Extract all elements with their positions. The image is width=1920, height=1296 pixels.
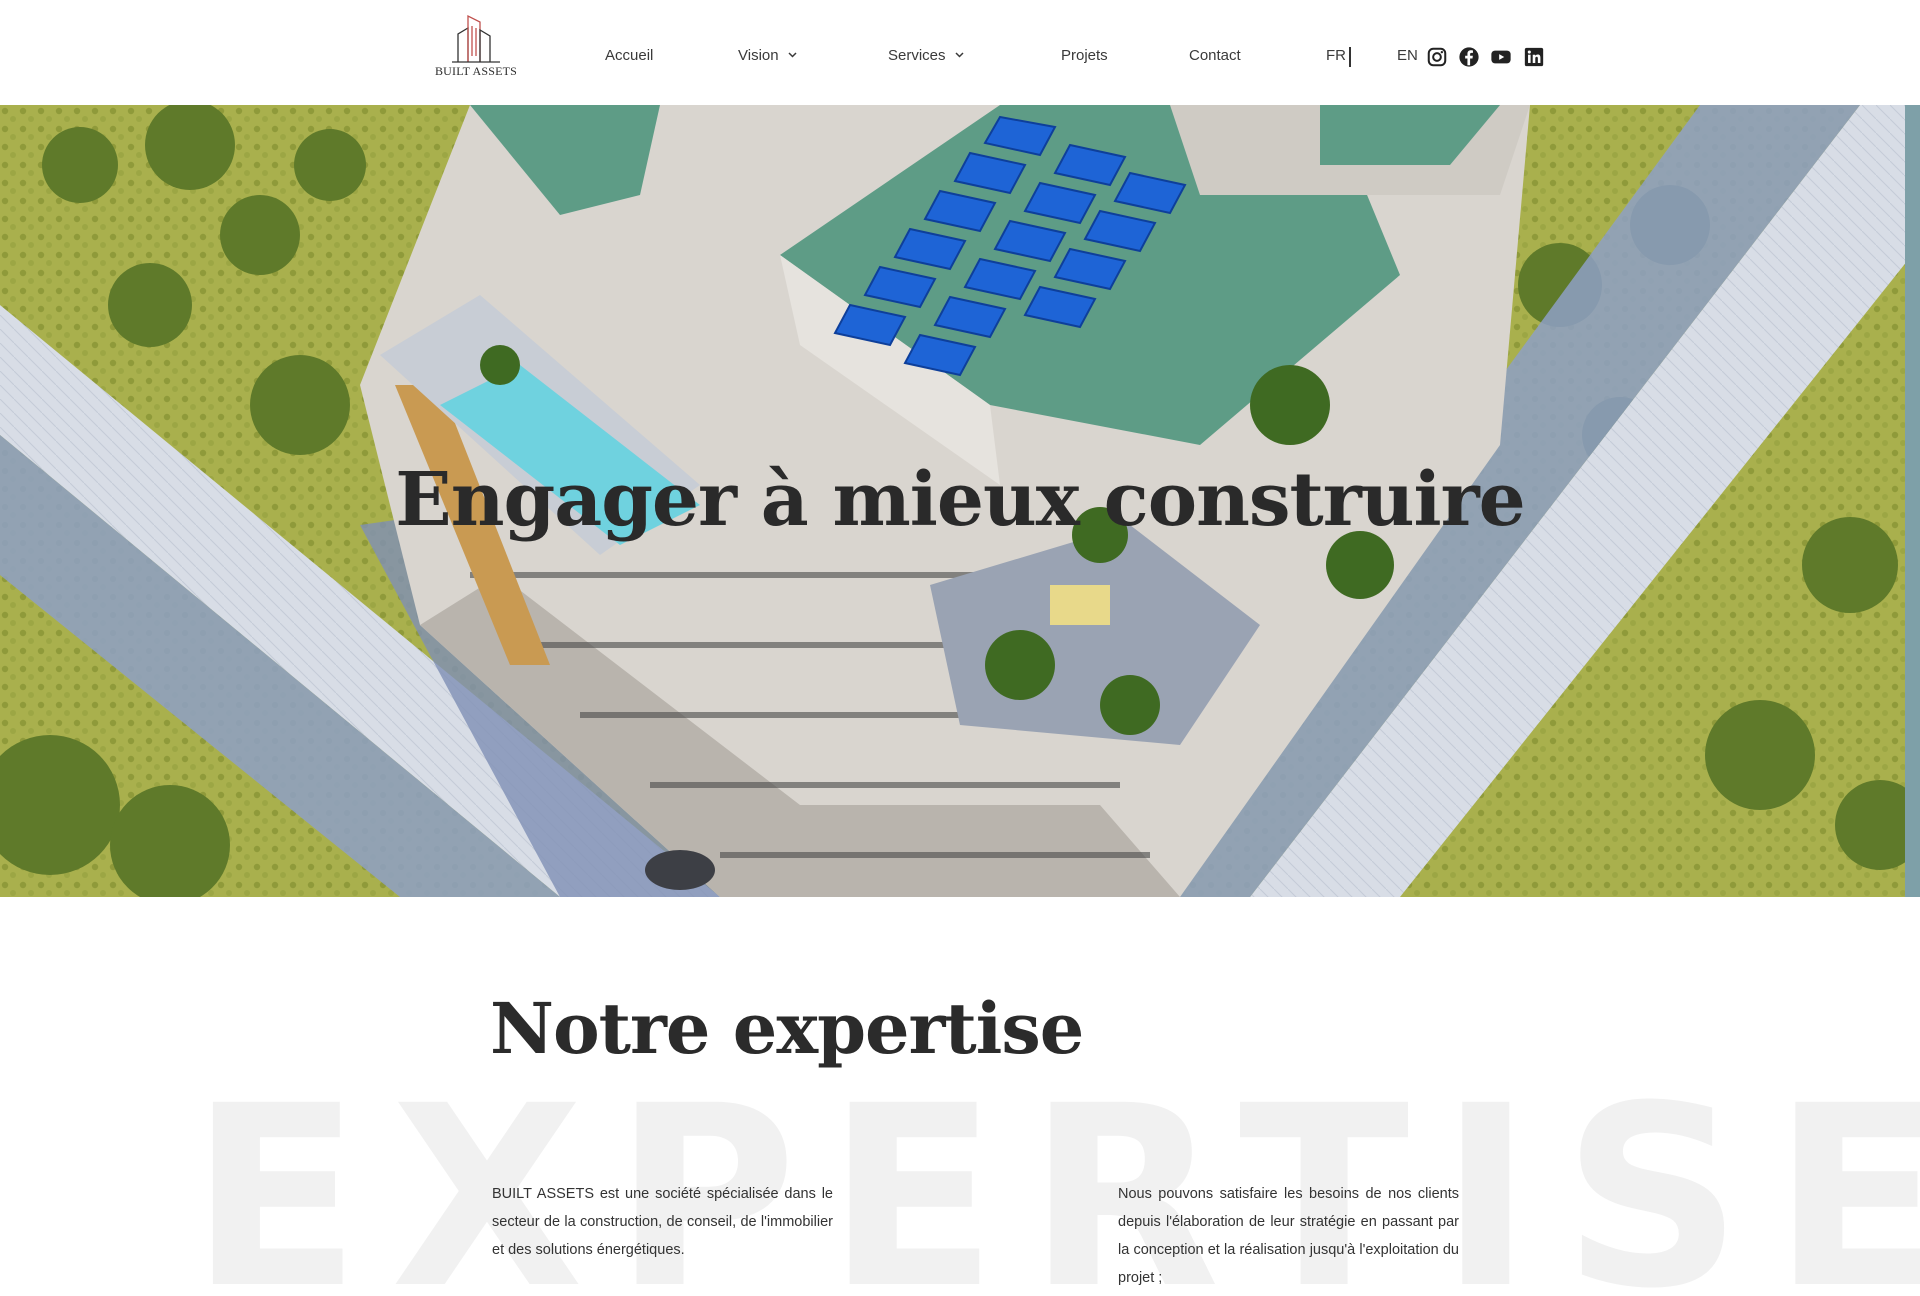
expertise-intro-text: BUILT ASSETS est une société spécialisée… [492, 1186, 833, 1258]
youtube-icon[interactable] [1490, 46, 1512, 68]
linkedin-icon[interactable] [1523, 46, 1545, 68]
expertise-services-text: Nous pouvons satisfaire les besoins de n… [1118, 1186, 1459, 1286]
chevron-down-icon [955, 52, 964, 58]
nav-services-label: Services [888, 47, 946, 64]
nav-services[interactable]: Services [888, 46, 964, 66]
expertise-title: Notre expertise [490, 987, 1084, 1070]
nav-contact[interactable]: Contact [1189, 46, 1241, 66]
brand-logo[interactable]: BUILT ASSETS [430, 12, 522, 82]
facebook-icon[interactable] [1458, 46, 1480, 68]
chevron-down-icon [788, 52, 797, 58]
nav-projets-label: Projets [1061, 47, 1108, 64]
expertise-section: EXPERTISE Notre expertise BUILT ASSETS e… [0, 897, 1920, 1296]
nav-accueil-label: Accueil [605, 47, 654, 64]
logo-buildings-icon [452, 14, 500, 63]
site-header: BUILT ASSETS Accueil Vision Services Pro… [0, 0, 1920, 105]
nav-vision[interactable]: Vision [738, 46, 797, 66]
nav-projets[interactable]: Projets [1061, 46, 1108, 66]
lang-divider [1349, 47, 1351, 67]
lang-en[interactable]: EN [1397, 46, 1418, 66]
brand-name: BUILT ASSETS [434, 64, 518, 78]
hero-title: Engager à mieux construire [395, 457, 1525, 543]
nav-vision-label: Vision [738, 47, 779, 64]
nav-contact-label: Contact [1189, 47, 1241, 64]
lang-fr[interactable]: FR [1326, 46, 1346, 66]
hero-banner: Engager à mieux construire [0, 105, 1920, 897]
expertise-background-word: EXPERTISE [190, 1052, 1920, 1296]
instagram-icon[interactable] [1426, 46, 1448, 68]
nav-accueil[interactable]: Accueil [605, 46, 653, 66]
